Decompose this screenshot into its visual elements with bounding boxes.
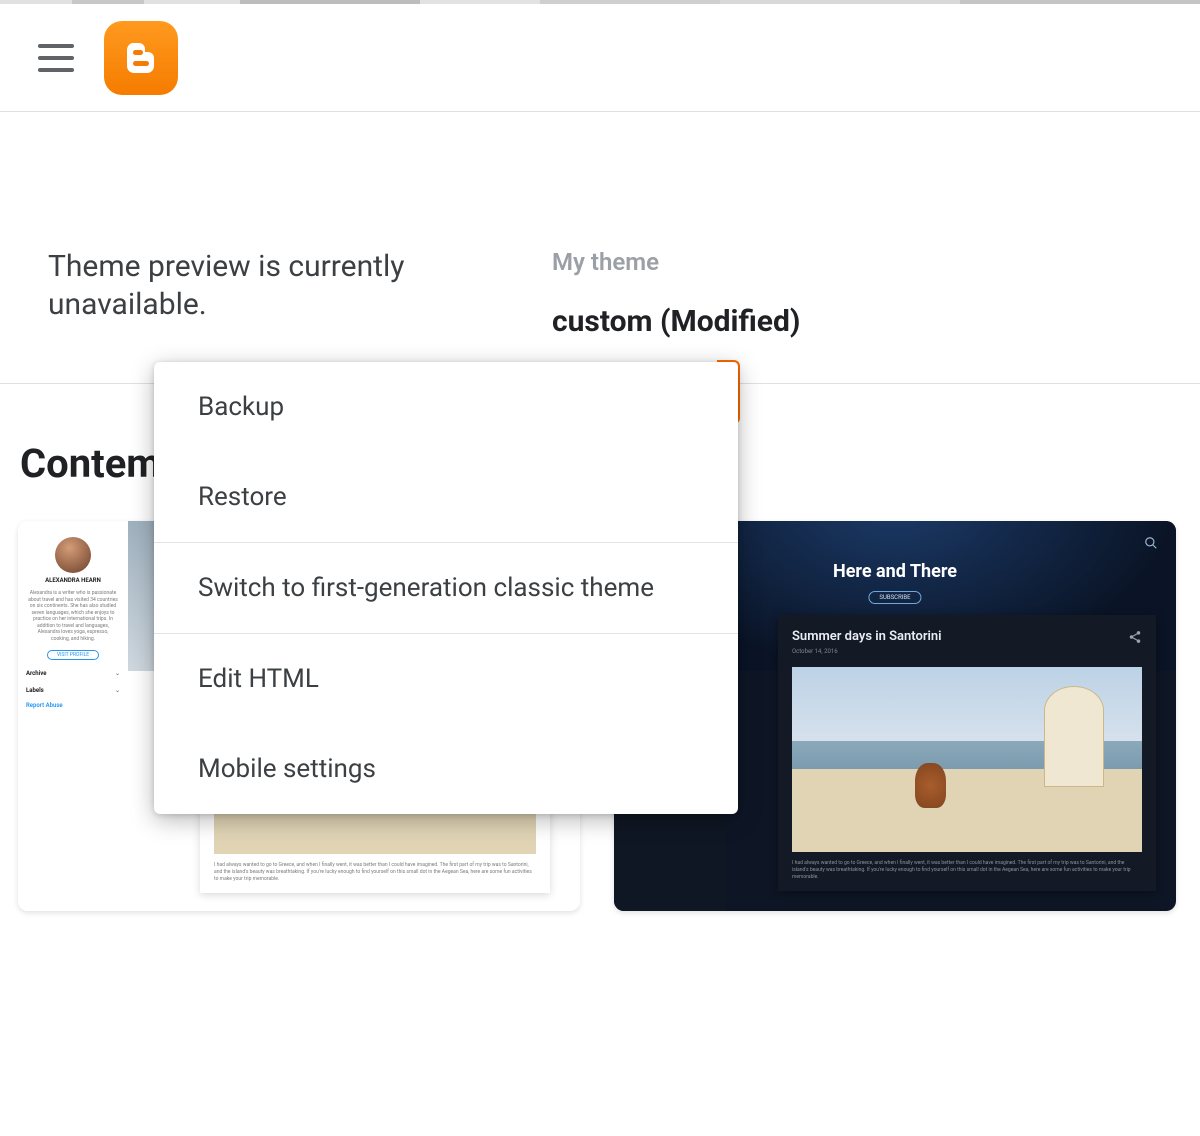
menu-item-mobile-settings[interactable]: Mobile settings: [154, 724, 738, 814]
author-bio: Alexandra is a writer who is passionate …: [18, 590, 128, 642]
search-icon: [1144, 535, 1158, 554]
blogger-logo[interactable]: [104, 21, 178, 95]
avatar: [55, 537, 91, 573]
visit-profile-button: VISIT PROFILE: [47, 650, 99, 660]
theme-meta: My theme custom (Modified): [552, 248, 800, 339]
santorini-photo: [792, 667, 1142, 852]
menu-icon[interactable]: [38, 44, 74, 72]
subscribe-button: SUBSCRIBE: [868, 591, 921, 604]
sidebar: ALEXANDRA HEARN Alexandra is a writer wh…: [18, 521, 128, 911]
menu-item-edit-html[interactable]: Edit HTML: [154, 634, 738, 724]
theme-options-menu: Backup Restore Switch to first-generatio…: [154, 362, 738, 814]
sidebar-archive: Archive⌄: [26, 670, 120, 677]
post-excerpt: I had always wanted to go to Greece, and…: [792, 860, 1142, 881]
current-theme-name: custom (Modified): [552, 304, 800, 339]
author-name: ALEXANDRA HEARN: [18, 577, 128, 584]
post-card: Summer days in Santorini October 14, 201…: [778, 615, 1156, 891]
share-icon: [1128, 629, 1142, 648]
my-theme-label: My theme: [552, 248, 800, 276]
menu-item-switch-classic[interactable]: Switch to first-generation classic theme: [154, 543, 738, 633]
report-abuse-link: Report Abuse: [26, 702, 120, 709]
preview-unavailable-message: Theme preview is currently unavailable.: [48, 248, 478, 339]
chevron-down-icon: ⌄: [115, 670, 120, 677]
menu-item-restore[interactable]: Restore: [154, 452, 738, 542]
post-excerpt: I had always wanted to go to Greece, and…: [214, 862, 536, 883]
sidebar-labels: Labels⌄: [26, 687, 120, 694]
post-date: October 14, 2016: [792, 648, 942, 655]
chevron-down-icon: ⌄: [115, 687, 120, 694]
current-theme-section: Theme preview is currently unavailable. …: [0, 112, 1200, 384]
blogger-logo-icon: [121, 38, 161, 78]
app-header: [0, 4, 1200, 112]
menu-item-backup[interactable]: Backup: [154, 362, 738, 452]
post-title: Summer days in Santorini: [792, 629, 942, 644]
